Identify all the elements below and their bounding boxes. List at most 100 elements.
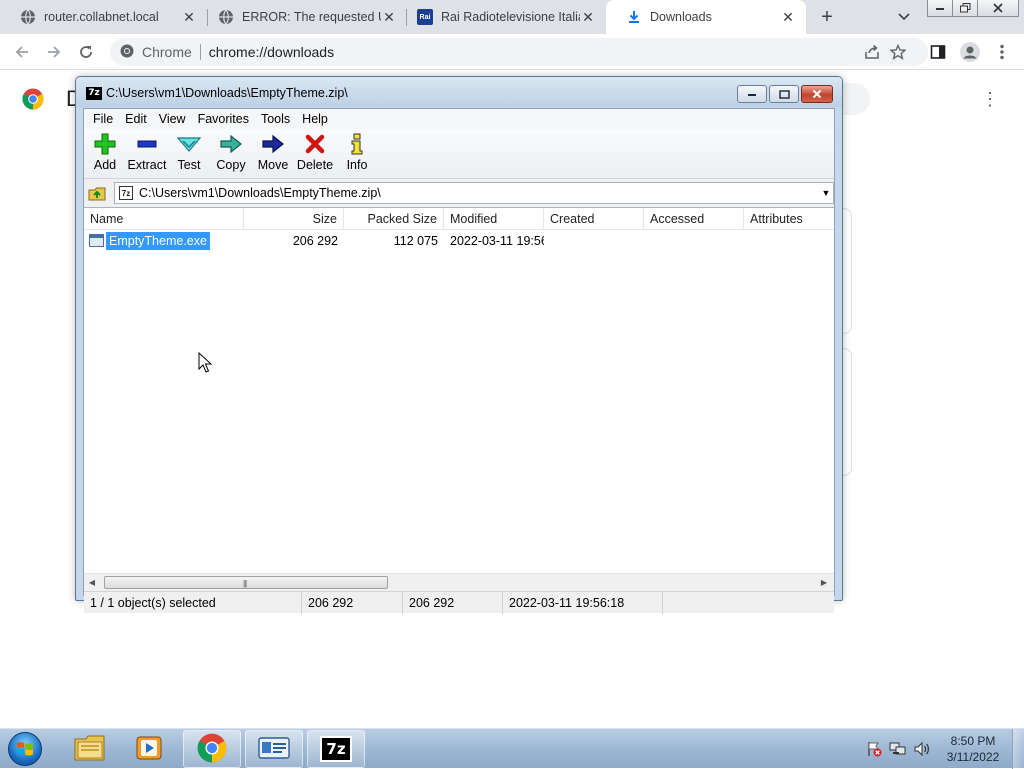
close-tab-icon[interactable]: ✕ [181, 9, 197, 25]
scroll-right-icon[interactable]: ▶ [818, 577, 830, 588]
col-header-modified[interactable]: Modified [444, 208, 544, 230]
col-header-size[interactable]: Size [244, 208, 344, 230]
taskbar-chrome[interactable] [183, 730, 241, 768]
copy-button[interactable]: Copy [211, 131, 251, 177]
system-tray [862, 729, 934, 769]
7zip-maximize-button[interactable] [769, 85, 799, 103]
extract-icon [135, 133, 159, 155]
taskbar-control-panel[interactable] [245, 730, 303, 768]
scrollbar-thumb[interactable]: ||| [104, 576, 388, 589]
file-size: 206 292 [292, 234, 338, 248]
delete-button[interactable]: Delete [295, 131, 335, 177]
close-tab-icon[interactable]: ✕ [780, 9, 796, 25]
url-text: chrome://downloads [208, 44, 335, 60]
taskbar-explorer[interactable] [61, 730, 119, 768]
tab-search-icon[interactable] [894, 8, 914, 26]
taskbar-media-player[interactable] [120, 730, 178, 768]
tab-router[interactable]: router.collabnet.local ✕ [0, 0, 207, 34]
minimize-button[interactable] [927, 0, 953, 17]
test-label: Test [177, 158, 201, 172]
taskbar-7zip[interactable]: 7z [307, 730, 365, 768]
network-icon[interactable] [889, 740, 907, 758]
address-bar[interactable]: Chrome chrome://downloads [110, 38, 928, 66]
move-icon [261, 133, 285, 155]
back-button[interactable] [10, 40, 34, 64]
file-list-header: Name Size Packed Size Modified Created A… [84, 208, 834, 230]
volume-icon[interactable] [913, 740, 931, 758]
downloads-more-icon[interactable]: ⋮ [980, 88, 1000, 110]
start-button[interactable] [3, 730, 47, 768]
7zip-toolbar: Add Extract Test Copy Move Delete Info [84, 129, 834, 179]
test-icon [177, 133, 201, 155]
tab-error[interactable]: ERROR: The requested URL ✕ [198, 0, 407, 34]
file-name[interactable]: EmptyTheme.exe [106, 232, 210, 250]
menu-view[interactable]: View [153, 112, 192, 126]
7zip-client-area: File Edit View Favorites Tools Help Add … [83, 108, 835, 614]
share-icon[interactable] [860, 40, 884, 64]
close-tab-icon[interactable]: ✕ [580, 9, 596, 25]
col-header-packed-size[interactable]: Packed Size [344, 208, 444, 230]
menu-edit[interactable]: Edit [119, 112, 153, 126]
add-icon [93, 133, 117, 155]
7zip-menubar: File Edit View Favorites Tools Help [84, 109, 834, 129]
path-text: C:\Users\vm1\Downloads\EmptyTheme.zip\ [139, 186, 381, 200]
mouse-cursor-icon [198, 351, 213, 373]
extract-label: Extract [127, 158, 167, 172]
grip-icon: ||| [243, 579, 247, 588]
extract-button[interactable]: Extract [127, 131, 167, 177]
dropdown-arrow-icon[interactable]: ▼ [819, 188, 833, 198]
7zip-icon: 7z [320, 736, 352, 762]
7zip-app-icon: 7z [86, 87, 102, 100]
col-header-accessed[interactable]: Accessed [644, 208, 744, 230]
tab-label: Rai Radiotelevisione Italiana [441, 10, 580, 24]
media-player-icon [135, 734, 163, 765]
side-panel-icon[interactable] [926, 40, 950, 64]
new-tab-button[interactable]: + [816, 6, 838, 28]
action-center-flag-icon[interactable] [865, 740, 883, 758]
menu-tools[interactable]: Tools [255, 112, 296, 126]
delete-icon [303, 133, 327, 155]
menu-file[interactable]: File [87, 112, 119, 126]
col-header-attributes[interactable]: Attributes [744, 208, 834, 230]
col-header-created[interactable]: Created [544, 208, 644, 230]
7zip-window-title: C:\Users\vm1\Downloads\EmptyTheme.zip\ [106, 86, 348, 100]
tab-rai[interactable]: Rai Rai Radiotelevisione Italiana ✕ [397, 0, 606, 34]
scroll-left-icon[interactable]: ◀ [86, 577, 98, 588]
7zip-minimize-button[interactable] [737, 85, 767, 103]
forward-button[interactable] [42, 40, 66, 64]
address-row: 7z C:\Users\vm1\Downloads\EmptyTheme.zip… [84, 180, 834, 206]
close-window-button[interactable] [977, 0, 1019, 17]
bookmark-star-icon[interactable] [886, 40, 910, 64]
7zip-titlebar[interactable]: 7z C:\Users\vm1\Downloads\EmptyTheme.zip… [76, 77, 842, 107]
info-button[interactable]: Info [337, 131, 377, 177]
col-header-name[interactable]: Name [84, 208, 244, 230]
clock-time: 8:50 PM [950, 734, 996, 748]
taskbar-clock[interactable]: 8:50 PM 3/11/2022 [940, 733, 1006, 765]
restore-button[interactable] [952, 0, 978, 17]
profile-avatar-icon[interactable] [958, 40, 982, 64]
reload-button[interactable] [74, 40, 98, 64]
chip-divider [199, 44, 201, 60]
exe-file-icon [89, 234, 104, 247]
show-desktop-button[interactable] [1012, 729, 1024, 769]
path-combobox[interactable]: 7z C:\Users\vm1\Downloads\EmptyTheme.zip… [114, 182, 834, 204]
add-label: Add [93, 158, 117, 172]
control-panel-icon [258, 736, 290, 763]
move-button[interactable]: Move [253, 131, 293, 177]
7zip-close-button[interactable] [801, 85, 833, 103]
tab-label: router.collabnet.local [44, 10, 159, 24]
menu-help[interactable]: Help [296, 112, 334, 126]
add-button[interactable]: Add [85, 131, 125, 177]
close-tab-icon[interactable]: ✕ [381, 9, 397, 25]
tab-label: ERROR: The requested URL [242, 10, 381, 24]
status-packed: 206 292 [403, 592, 503, 614]
folder-up-icon[interactable] [87, 183, 107, 203]
menu-favorites[interactable]: Favorites [192, 112, 255, 126]
table-row[interactable]: EmptyTheme.exe 206 292 112 075 2022-03-1… [84, 231, 834, 251]
move-label: Move [257, 158, 289, 172]
browser-menu-icon[interactable] [990, 40, 1014, 64]
horizontal-scrollbar[interactable]: ◀ ||| ▶ [84, 573, 834, 590]
file-list[interactable]: Name Size Packed Size Modified Created A… [84, 207, 834, 573]
tab-downloads[interactable]: Downloads ✕ [606, 0, 806, 34]
test-button[interactable]: Test [169, 131, 209, 177]
